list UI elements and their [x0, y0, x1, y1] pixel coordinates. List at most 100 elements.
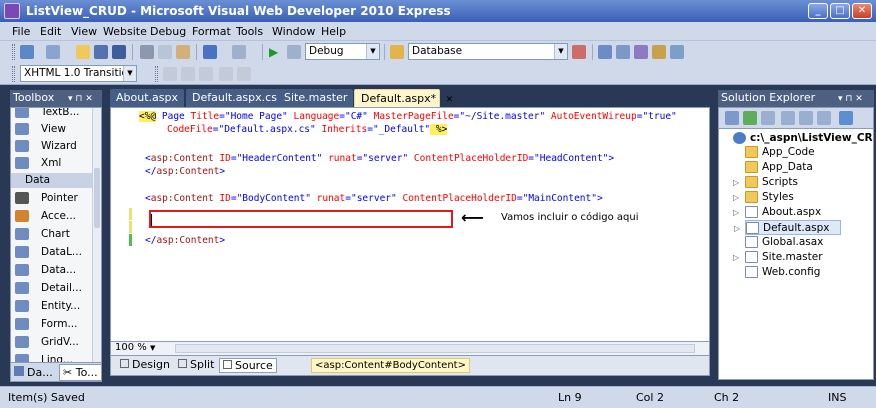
align-icon[interactable]: [163, 67, 177, 81]
open-file-icon[interactable]: [76, 45, 90, 59]
master-file-icon: [745, 251, 758, 263]
toolbox-item[interactable]: GridV...: [13, 334, 93, 351]
toolbox-item[interactable]: Form...: [13, 316, 93, 333]
toolbox-panel-title[interactable]: Toolbox ▾ ⊓ ✕: [10, 90, 102, 107]
horizontal-scrollbar[interactable]: [175, 344, 695, 353]
close-tab-icon[interactable]: ✕: [446, 95, 454, 105]
tab-site-master[interactable]: Site.master: [278, 89, 354, 107]
entitydatasource-icon: [15, 300, 29, 312]
tag-breadcrumb[interactable]: <asp:Content#BodyContent>: [311, 358, 470, 373]
split-icon: [178, 359, 187, 368]
pin-icon[interactable]: ▾ ⊓ ✕: [68, 91, 93, 107]
close-button[interactable]: ✕: [852, 3, 872, 19]
view-code-icon[interactable]: [781, 111, 795, 125]
menu-format[interactable]: Format: [192, 25, 231, 38]
menu-website[interactable]: Website: [103, 25, 147, 38]
toolbox-category-data[interactable]: Data: [11, 173, 93, 188]
view-designer-icon[interactable]: [799, 111, 813, 125]
find-combo[interactable]: Database ▼: [408, 43, 568, 60]
refresh-icon[interactable]: [743, 111, 757, 125]
solution-explorer-title-bar[interactable]: Solution Explorer ▾ ⊓ ✕: [718, 90, 874, 107]
extension-icon[interactable]: [670, 45, 684, 59]
expand-icon[interactable]: ▷: [733, 175, 739, 190]
menu-tools[interactable]: Tools: [236, 25, 263, 38]
app-icon: [4, 3, 20, 19]
menu-file[interactable]: File: [12, 25, 30, 38]
pointer-icon: [15, 192, 29, 204]
datalist-icon: [15, 246, 29, 258]
filter-icon[interactable]: [219, 67, 233, 81]
paste-icon[interactable]: [176, 45, 190, 59]
block-format-combo[interactable]: XHTML 1.0 Transition ▼: [20, 65, 137, 82]
properties-icon[interactable]: [725, 111, 739, 125]
find-in-files-icon[interactable]: [390, 45, 404, 59]
tab-default-aspx[interactable]: Default.aspx* ✕: [354, 89, 453, 107]
toolbar-grip[interactable]: [12, 66, 15, 82]
add-item-icon[interactable]: [46, 45, 60, 59]
toolbox-icon[interactable]: [652, 45, 666, 59]
copy-website-icon[interactable]: [817, 111, 831, 125]
toolbox-item[interactable]: Pointer: [13, 190, 93, 207]
menu-debug[interactable]: Debug: [150, 25, 186, 38]
view-switch-bar: Design Split Source <asp:Content#BodyCon…: [110, 356, 710, 376]
tree-node-default-aspx[interactable]: ▷ Default.aspx: [734, 220, 841, 235]
design-view-button[interactable]: Design: [117, 358, 173, 373]
expand-icon[interactable]: ▷: [733, 205, 739, 220]
outdent-icon[interactable]: [199, 67, 213, 81]
properties-icon[interactable]: [616, 45, 630, 59]
save-all-icon[interactable]: [112, 45, 126, 59]
saved-change-marker: [129, 234, 132, 246]
toolbox-item[interactable]: Data...: [13, 262, 93, 279]
expand-icon[interactable]: ▷: [733, 190, 739, 205]
maximize-button[interactable]: □: [830, 3, 850, 19]
solution-config-combo[interactable]: Debug ▼: [305, 43, 380, 60]
toolbox-item[interactable]: Acce...: [13, 208, 93, 225]
scrollbar-thumb[interactable]: [94, 168, 100, 228]
save-icon[interactable]: [94, 45, 108, 59]
cut-icon[interactable]: [140, 45, 154, 59]
code-editor[interactable]: <%@ Page Title="Home Page" Language="C#"…: [110, 107, 710, 342]
status-bar: Item(s) Saved Ln 9 Col 2 Ch 2 INS: [0, 386, 876, 408]
step-icon[interactable]: [287, 45, 301, 59]
format-icon[interactable]: [237, 67, 251, 81]
toolbox-item[interactable]: Chart: [13, 226, 93, 243]
tab-about-aspx[interactable]: About.aspx: [110, 89, 184, 107]
indent-icon[interactable]: [181, 67, 195, 81]
copy-icon[interactable]: [158, 45, 172, 59]
menu-view[interactable]: View: [71, 25, 97, 38]
database-explorer-tab[interactable]: Da...: [14, 366, 53, 379]
nest-files-icon[interactable]: [761, 111, 775, 125]
toolbox-scrollbar[interactable]: [92, 108, 101, 367]
toolbar-grip[interactable]: [12, 44, 15, 60]
toolbox-item[interactable]: Wizard: [13, 138, 93, 155]
toolbox-tab[interactable]: ✂ To...: [59, 364, 102, 381]
menu-edit[interactable]: Edit: [40, 25, 61, 38]
toolbox-item[interactable]: DataL...: [13, 244, 93, 261]
toolbox-item[interactable]: TextB...: [13, 108, 93, 121]
toolbar-grip[interactable]: [155, 66, 158, 82]
toolbox-item[interactable]: Detail...: [13, 280, 93, 297]
new-project-icon[interactable]: [20, 45, 34, 59]
config-icon[interactable]: [839, 111, 853, 125]
menu-help[interactable]: Help: [321, 25, 346, 38]
undo-icon[interactable]: [203, 45, 217, 59]
pin-icon[interactable]: ▾ ⊓ ✕: [838, 91, 863, 107]
chevron-down-icon: ▼: [123, 66, 136, 81]
solution-explorer-icon[interactable]: [598, 45, 612, 59]
source-view-button[interactable]: Source: [219, 358, 277, 373]
minimize-button[interactable]: _: [808, 3, 828, 19]
find-icon[interactable]: [572, 45, 586, 59]
toolbox-item[interactable]: View: [13, 121, 93, 138]
expand-icon[interactable]: ▷: [733, 250, 739, 265]
start-debugging-icon[interactable]: ▶: [269, 45, 283, 59]
toolbox-item[interactable]: Xml: [13, 155, 93, 172]
expand-icon[interactable]: ▷: [734, 221, 740, 236]
object-browser-icon[interactable]: [634, 45, 648, 59]
split-view-button[interactable]: Split: [175, 358, 217, 373]
folder-icon: [745, 146, 758, 158]
toolbox-item[interactable]: Entity...: [13, 298, 93, 315]
tab-default-aspx-cs[interactable]: Default.aspx.cs: [186, 89, 283, 107]
zoom-combo[interactable]: 100 % ▼: [115, 342, 155, 353]
menu-window[interactable]: Window: [272, 25, 315, 38]
redo-icon[interactable]: [232, 45, 246, 59]
